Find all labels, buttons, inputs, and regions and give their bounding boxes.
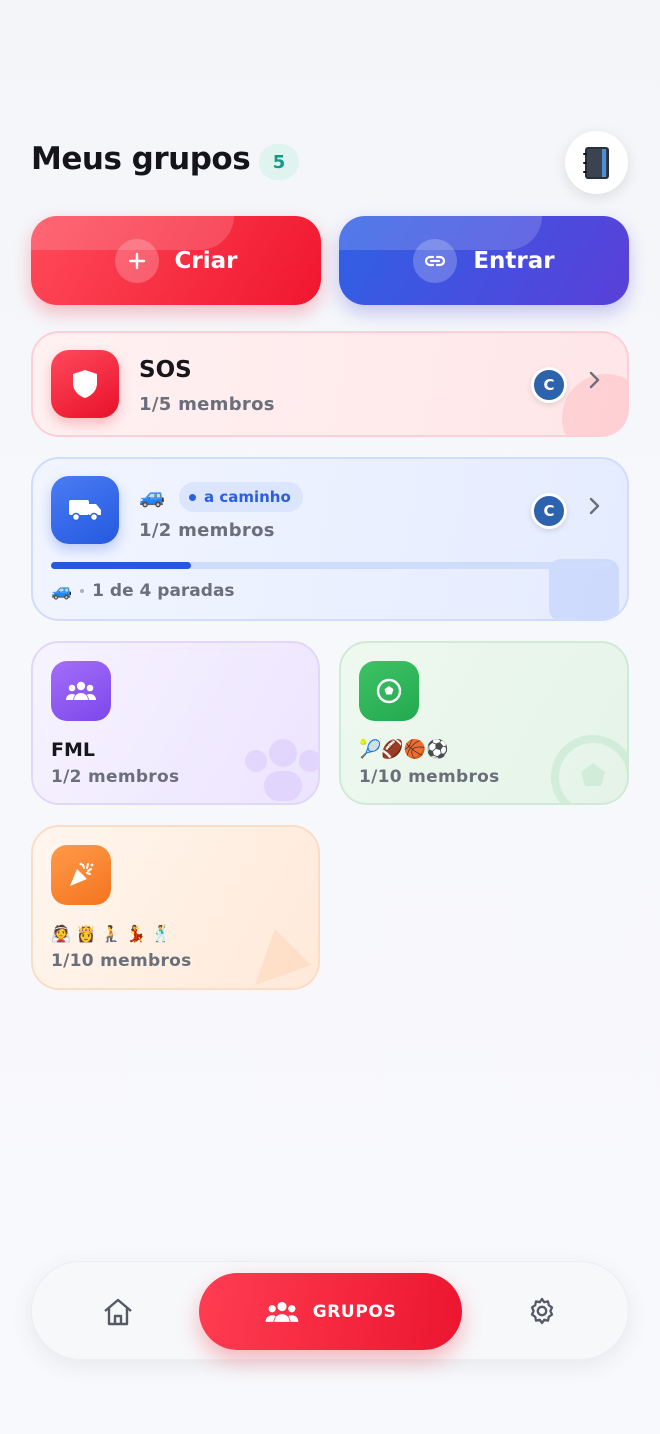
trip-progress-bar — [51, 562, 611, 569]
nav-home-button[interactable] — [102, 1297, 134, 1331]
group-members: 1/2 membros — [51, 767, 180, 787]
group-name-emoji: 👰 👸 🧎 💃 🕺 — [51, 924, 171, 943]
nav-groups-label: GRUPOS — [312, 1301, 397, 1322]
group-members: 1/10 membros — [359, 767, 500, 787]
group-card-fml[interactable]: FML 1/2 membros — [31, 641, 320, 805]
gear-icon — [530, 1297, 554, 1325]
page-title: Meus grupos — [31, 141, 251, 177]
groups-count-badge: 5 — [259, 144, 299, 180]
group-members: 1/10 membros — [51, 951, 192, 971]
member-avatar: C — [531, 367, 567, 403]
group-icon — [265, 1301, 299, 1322]
group-members: 1/5 membros — [139, 394, 275, 415]
status-badge: a caminho — [179, 482, 303, 512]
group-members: 1/2 membros — [139, 520, 275, 541]
soccer-ball-icon — [359, 661, 419, 721]
truck-icon — [51, 476, 119, 544]
nav-settings-button[interactable] — [526, 1296, 558, 1332]
bottom-navigation: GRUPOS — [31, 1261, 629, 1360]
chevron-right-icon — [587, 496, 601, 522]
join-group-button[interactable]: Entrar — [339, 216, 629, 305]
group-name: SOS — [139, 357, 192, 383]
plus-icon — [114, 238, 159, 283]
group-icon — [51, 661, 111, 721]
group-name-emoji: 🎾🏈🏀⚽ — [359, 739, 449, 760]
stops-label: 1 de 4 paradas — [92, 581, 235, 601]
group-card-trip[interactable]: 🚙 a caminho 1/2 membros C 🚙 1 de 4 parad… — [31, 457, 629, 621]
group-name-emoji: 🚙 — [139, 484, 166, 508]
chevron-right-icon — [587, 370, 601, 396]
trip-stops: 🚙 1 de 4 paradas — [51, 581, 235, 601]
group-name: FML — [51, 739, 95, 761]
member-avatar: C — [531, 493, 567, 529]
shield-icon — [51, 350, 119, 418]
join-label: Entrar — [473, 247, 555, 274]
status-label: a caminho — [204, 488, 291, 506]
home-icon — [104, 1298, 132, 1326]
group-card-party[interactable]: 👰 👸 🧎 💃 🕺 1/10 membros — [31, 825, 320, 990]
party-popper-icon — [51, 845, 111, 905]
notebook-button[interactable] — [565, 131, 628, 194]
link-icon — [413, 238, 458, 283]
nav-groups-button[interactable]: GRUPOS — [199, 1273, 462, 1350]
car-emoji: 🚙 — [51, 581, 73, 601]
create-group-button[interactable]: Criar — [31, 216, 321, 305]
create-label: Criar — [174, 247, 238, 274]
group-card-sos[interactable]: SOS 1/5 membros C — [31, 331, 629, 437]
notebook-icon — [582, 146, 609, 179]
group-card-sports[interactable]: 🎾🏈🏀⚽ 1/10 membros — [339, 641, 629, 805]
